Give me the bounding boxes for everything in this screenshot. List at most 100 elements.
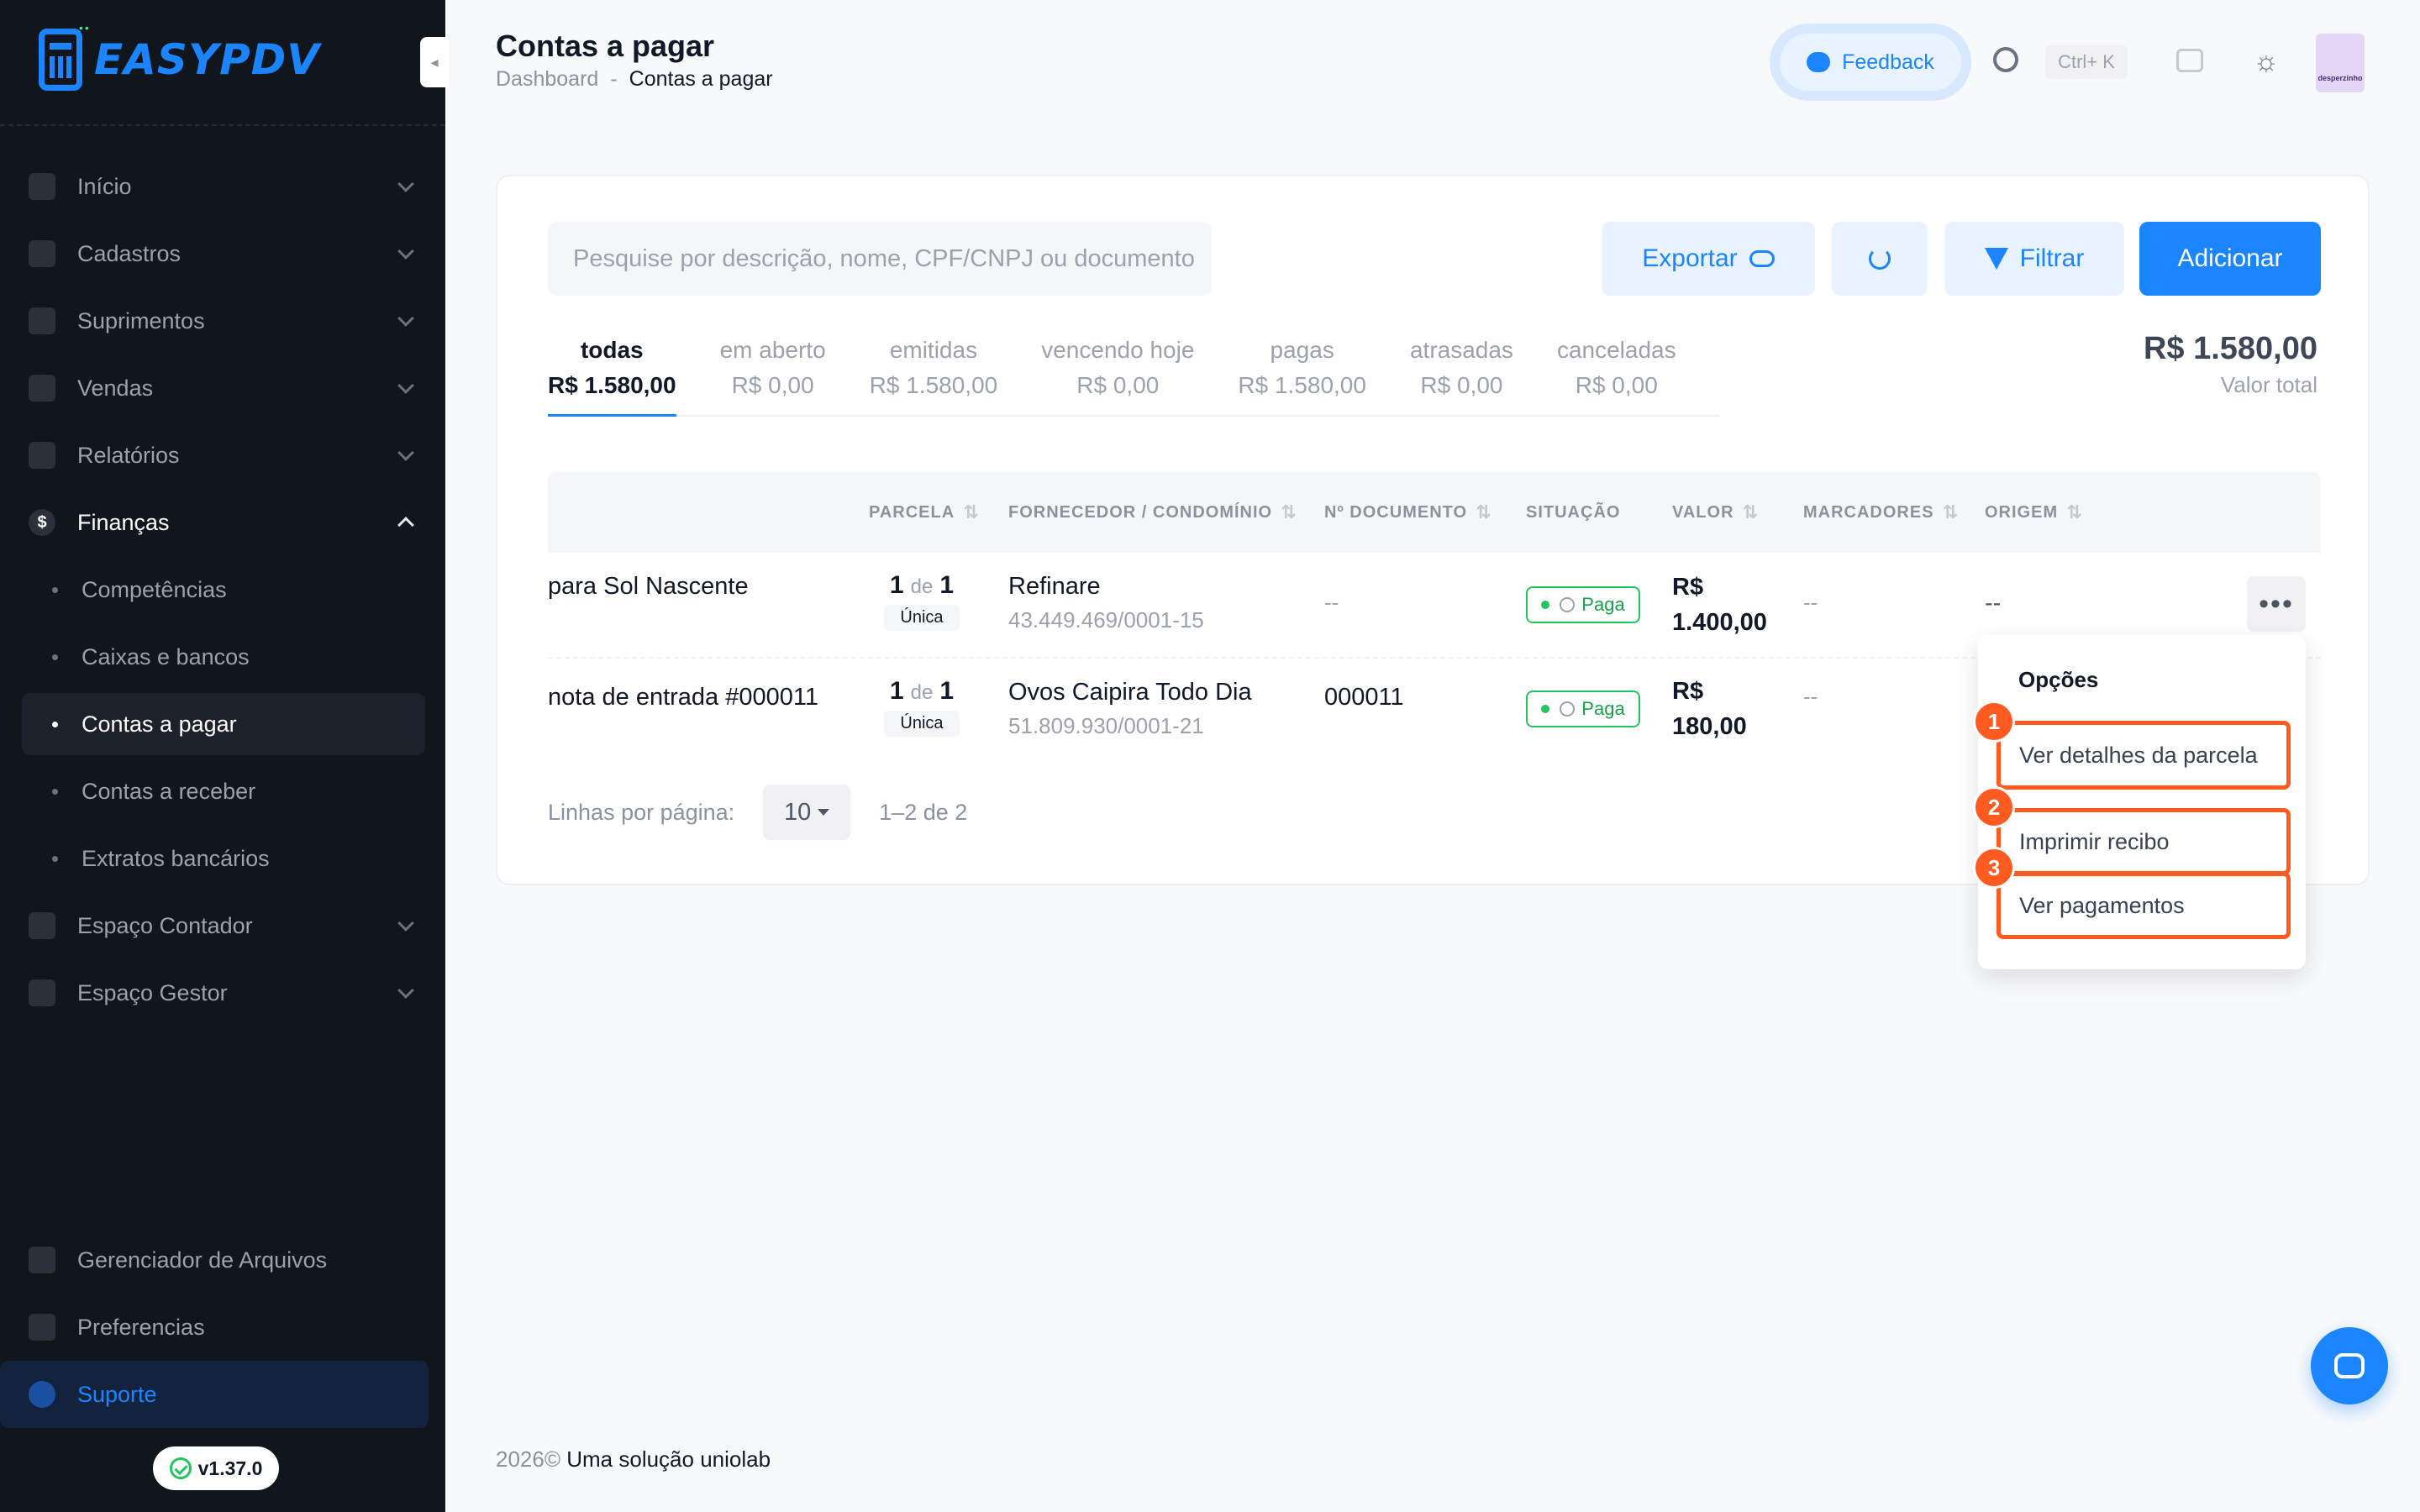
value-amount: 180,00 <box>1672 713 1747 740</box>
funnel-icon <box>1984 248 2008 270</box>
filter-button[interactable]: Filtrar <box>1944 222 2124 296</box>
add-button[interactable]: Adicionar <box>2139 222 2321 296</box>
parcela-total: 1 <box>939 571 955 599</box>
parcela-type: Única <box>884 605 960 631</box>
tab-pagas[interactable]: pagas R$ 1.580,00 <box>1238 333 1388 415</box>
sidebar-item-label: Cadastros <box>77 240 182 266</box>
status-badge: Paga <box>1526 690 1640 727</box>
annotation-marker-3: 3 <box>1973 847 2015 889</box>
column-header-documento[interactable]: Nº DOCUMENTO ⇅ <box>1324 472 1491 553</box>
sidebar-subitem-label: Competências <box>82 576 227 602</box>
refresh-button[interactable] <box>1832 222 1928 296</box>
chat-support-button[interactable] <box>2311 1327 2388 1404</box>
annotation-marker-1: 1 <box>1973 701 2015 743</box>
column-header-parcela[interactable]: PARCELA ⇅ <box>869 472 980 553</box>
search-icon[interactable] <box>1993 47 2018 72</box>
sidebar-item-suporte[interactable]: Suporte <box>0 1361 429 1428</box>
tab-em-aberto[interactable]: em aberto R$ 0,00 <box>720 333 848 415</box>
column-header-valor[interactable]: VALOR ⇅ <box>1672 472 1759 553</box>
sidebar-item-label: Vendas <box>77 375 154 401</box>
sidebar-item-espaco-gestor[interactable]: Espaço Gestor <box>22 959 425 1026</box>
column-header-fornecedor[interactable]: FORNECEDOR / CONDOMÍNIO ⇅ <box>1008 472 1297 553</box>
tab-value: R$ 0,00 <box>1420 372 1503 398</box>
tab-vencendo-hoje[interactable]: vencendo hoje R$ 0,00 <box>1041 333 1216 415</box>
tab-atrasadas[interactable]: atrasadas R$ 0,00 <box>1410 333 1535 415</box>
column-label: ORIGEM <box>1985 502 2059 522</box>
sidebar-item-preferencias[interactable]: Preferencias <box>22 1294 429 1361</box>
search-input[interactable]: Pesquise por descrição, nome, CPF/CNPJ o… <box>548 222 1212 296</box>
menu-item-ver-detalhes[interactable]: Ver detalhes da parcela <box>1996 721 2291 790</box>
sidebar-item-label: Espaço Contador <box>77 912 253 938</box>
menu-item-imprimir-recibo[interactable]: Imprimir recibo <box>1996 808 2291 875</box>
sidebar-item-suprimentos[interactable]: Suprimentos <box>22 287 425 354</box>
check-circle-icon <box>169 1457 192 1479</box>
sidebar-item-gerenciador-de-arquivos[interactable]: Gerenciador de Arquivos <box>22 1226 429 1294</box>
rows-per-page-value: 10 <box>784 798 812 826</box>
sidebar-item-label: Início <box>77 173 132 199</box>
sidebar-subitem-competencias[interactable]: Competências <box>22 556 425 623</box>
user-avatar[interactable]: desperzinho <box>2316 34 2365 92</box>
version-badge: v1.37.0 <box>153 1446 279 1490</box>
sidebar-subitem-caixas-e-bancos[interactable]: Caixas e bancos <box>22 623 425 690</box>
sidebar-subitem-extratos-bancarios[interactable]: Extratos bancários <box>22 825 425 892</box>
footer-text[interactable]: Uma solução uniolab <box>566 1446 771 1472</box>
logo-text: EASYPDV <box>94 35 320 84</box>
rows-per-page-label: Linhas por página: <box>548 799 735 825</box>
check-circle-icon <box>1560 597 1576 612</box>
folder-icon <box>29 1247 55 1273</box>
row-document: 000011 <box>1324 684 1404 711</box>
supplier-doc-id: 43.449.469/0001-15 <box>1008 607 1204 633</box>
tab-label: pagas <box>1270 337 1334 363</box>
footer: 2026© Uma solução uniolab <box>496 1446 771 1473</box>
sidebar-item-inicio[interactable]: Início <box>22 153 425 220</box>
sort-icon: ⇅ <box>1281 501 1297 522</box>
row-options-button[interactable]: ••• <box>2247 576 2306 632</box>
tab-value: R$ 1.580,00 <box>869 372 998 398</box>
total-label: Valor total <box>2220 372 2317 397</box>
bullet-icon <box>52 586 58 593</box>
tab-todas[interactable]: todas R$ 1.580,00 <box>548 333 698 417</box>
chevron-down-icon <box>397 310 414 327</box>
chat-icon <box>2334 1353 2365 1378</box>
caret-down-icon <box>818 809 830 816</box>
check-circle-icon <box>1560 701 1576 717</box>
bullet-icon <box>52 721 58 727</box>
sidebar-item-financas[interactable]: $ Finanças <box>22 489 425 556</box>
parcela-de: de <box>910 575 934 598</box>
sidebar-item-cadastros[interactable]: Cadastros <box>22 220 425 287</box>
sidebar-subitem-label: Caixas e bancos <box>82 643 250 669</box>
row-parcela: 1 de 1 Única <box>884 677 960 737</box>
column-header-origem[interactable]: ORIGEM ⇅ <box>1985 472 2083 553</box>
home-icon <box>29 173 55 200</box>
messages-icon[interactable] <box>2176 49 2203 72</box>
breadcrumb-current: Contas a pagar <box>629 67 773 91</box>
sidebar-item-relatorios[interactable]: Relatórios <box>22 422 425 489</box>
calculator-icon <box>29 912 55 939</box>
app-logo[interactable]: •• EASYPDV <box>39 22 320 91</box>
sidebar-subitem-contas-a-receber[interactable]: Contas a receber <box>22 758 425 825</box>
sort-icon: ⇅ <box>1742 501 1759 522</box>
status-text: Paga <box>1581 698 1625 719</box>
feedback-label: Feedback <box>1842 50 1934 74</box>
tab-emitidas[interactable]: emitidas R$ 1.580,00 <box>870 333 1020 415</box>
breadcrumb-dashboard[interactable]: Dashboard <box>496 67 598 92</box>
sidebar-item-vendas[interactable]: Vendas <box>22 354 425 422</box>
sidebar-item-label: Suporte <box>77 1381 157 1407</box>
feedback-button[interactable]: Feedback <box>1780 34 1961 91</box>
supplier-name: Refinare <box>1008 573 1101 600</box>
theme-toggle-sun-icon[interactable]: ☼ <box>2252 45 2281 77</box>
people-icon <box>29 979 55 1006</box>
sidebar-subitem-label: Contas a receber <box>82 778 256 804</box>
export-button[interactable]: Exportar <box>1602 222 1815 296</box>
table-header: PARCELA ⇅ FORNECEDOR / CONDOMÍNIO ⇅ Nº DOC… <box>548 472 2321 553</box>
supplier-doc-id: 51.809.930/0001-21 <box>1008 713 1204 738</box>
tab-canceladas[interactable]: canceladas R$ 0,00 <box>1557 333 1698 415</box>
tab-value: R$ 0,00 <box>731 372 814 398</box>
column-header-marcadores[interactable]: MARCADORES ⇅ <box>1803 472 1959 553</box>
menu-item-ver-pagamentos[interactable]: Ver pagamentos <box>1996 872 2291 939</box>
rows-per-page-select[interactable]: 10 <box>763 785 851 840</box>
sidebar-collapse-button[interactable]: ◂ <box>420 37 449 87</box>
sidebar-subitem-contas-a-pagar[interactable]: Contas a pagar <box>22 693 425 755</box>
sidebar-item-espaco-contador[interactable]: Espaço Contador <box>22 892 425 959</box>
row-markers: -- <box>1803 684 1818 709</box>
